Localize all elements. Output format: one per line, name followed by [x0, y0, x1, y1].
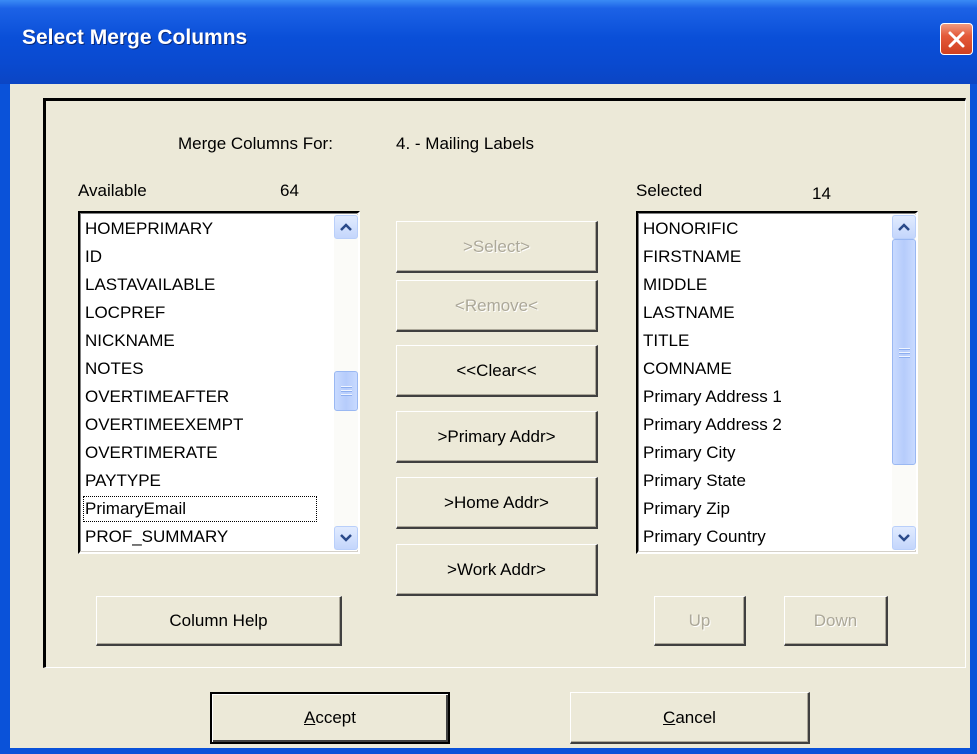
- remove-button[interactable]: <Remove<: [396, 280, 598, 332]
- title-bar[interactable]: Select Merge Columns: [0, 0, 977, 84]
- accept-mnemonic: A: [304, 708, 316, 727]
- list-item[interactable]: LASTNAME: [640, 299, 782, 327]
- select-button[interactable]: >Select>: [396, 221, 598, 273]
- selected-scrollbar[interactable]: [892, 215, 916, 550]
- merge-columns-for-label: Merge Columns For:: [178, 134, 333, 153]
- scroll-down-button[interactable]: [892, 526, 916, 550]
- list-item[interactable]: Primary Country: [640, 523, 782, 551]
- list-item[interactable]: FIRSTNAME: [640, 243, 782, 271]
- list-item[interactable]: ID: [82, 243, 318, 271]
- home-addr-button[interactable]: >Home Addr>: [396, 477, 598, 529]
- close-icon: [948, 31, 965, 48]
- cancel-mnemonic: C: [663, 707, 676, 727]
- list-item[interactable]: LASTAVAILABLE: [82, 271, 318, 299]
- list-item[interactable]: OVERTIMERATE: [82, 439, 318, 467]
- merge-columns-for-value: 4. - Mailing Labels: [396, 134, 534, 153]
- selected-listbox[interactable]: HONORIFIC FIRSTNAME MIDDLE LASTNAME TITL…: [636, 211, 918, 554]
- list-item[interactable]: Primary Address 2: [640, 411, 782, 439]
- available-count: 64: [280, 181, 299, 200]
- cancel-button[interactable]: Cancel: [570, 692, 810, 744]
- available-label: Available: [78, 181, 147, 200]
- list-item[interactable]: HONORIFIC: [640, 215, 782, 243]
- selected-count: 14: [812, 184, 831, 203]
- scroll-up-button[interactable]: [334, 215, 358, 239]
- down-button[interactable]: Down: [784, 596, 888, 646]
- work-addr-button[interactable]: >Work Addr>: [396, 544, 598, 596]
- scroll-thumb[interactable]: [334, 371, 358, 411]
- window-title: Select Merge Columns: [22, 26, 248, 49]
- list-item[interactable]: TITLE: [640, 327, 782, 355]
- list-item[interactable]: COMNAME: [640, 355, 782, 383]
- close-button[interactable]: [940, 23, 973, 55]
- accept-button[interactable]: Accept: [210, 692, 450, 744]
- scroll-up-button[interactable]: [892, 215, 916, 239]
- list-item[interactable]: NICKNAME: [82, 327, 318, 355]
- arrow-up-icon: [898, 223, 910, 231]
- available-scrollbar[interactable]: [334, 215, 358, 550]
- list-item[interactable]: LOCPREF: [82, 299, 318, 327]
- available-items: HOMEPRIMARY ID LASTAVAILABLE LOCPREF NIC…: [82, 215, 318, 551]
- dialog-body: Merge Columns For: 4. - Mailing Labels A…: [10, 84, 970, 748]
- list-item[interactable]: PAYTYPE: [82, 467, 318, 495]
- list-item[interactable]: PROF_SUMMARY: [82, 523, 318, 551]
- accept-label: ccept: [315, 708, 356, 727]
- list-item[interactable]: Primary Zip: [640, 495, 782, 523]
- list-item[interactable]: Primary City: [640, 439, 782, 467]
- list-item[interactable]: OVERTIMEEXEMPT: [82, 411, 318, 439]
- list-item-focused[interactable]: PrimaryEmail: [82, 495, 318, 523]
- available-listbox[interactable]: HOMEPRIMARY ID LASTAVAILABLE LOCPREF NIC…: [78, 211, 360, 554]
- primary-addr-button[interactable]: >Primary Addr>: [396, 411, 598, 463]
- clear-button[interactable]: <<Clear<<: [396, 345, 598, 397]
- list-item[interactable]: OVERTIMEAFTER: [82, 383, 318, 411]
- list-item[interactable]: NOTES: [82, 355, 318, 383]
- dialog-window: Select Merge Columns Merge Columns For: …: [0, 0, 977, 754]
- arrow-up-icon: [340, 223, 352, 231]
- list-item[interactable]: Primary Address 1: [640, 383, 782, 411]
- cancel-label: ancel: [675, 707, 716, 727]
- selected-label: Selected: [636, 181, 703, 200]
- list-item[interactable]: HOMEPRIMARY: [82, 215, 318, 243]
- column-help-button[interactable]: Column Help: [96, 596, 342, 646]
- scroll-thumb[interactable]: [892, 239, 916, 465]
- list-item[interactable]: MIDDLE: [640, 271, 782, 299]
- list-item[interactable]: Primary State: [640, 467, 782, 495]
- up-button[interactable]: Up: [654, 596, 746, 646]
- scroll-down-button[interactable]: [334, 526, 358, 550]
- selected-items: HONORIFIC FIRSTNAME MIDDLE LASTNAME TITL…: [640, 215, 782, 551]
- arrow-down-icon: [340, 534, 352, 542]
- arrow-down-icon: [898, 534, 910, 542]
